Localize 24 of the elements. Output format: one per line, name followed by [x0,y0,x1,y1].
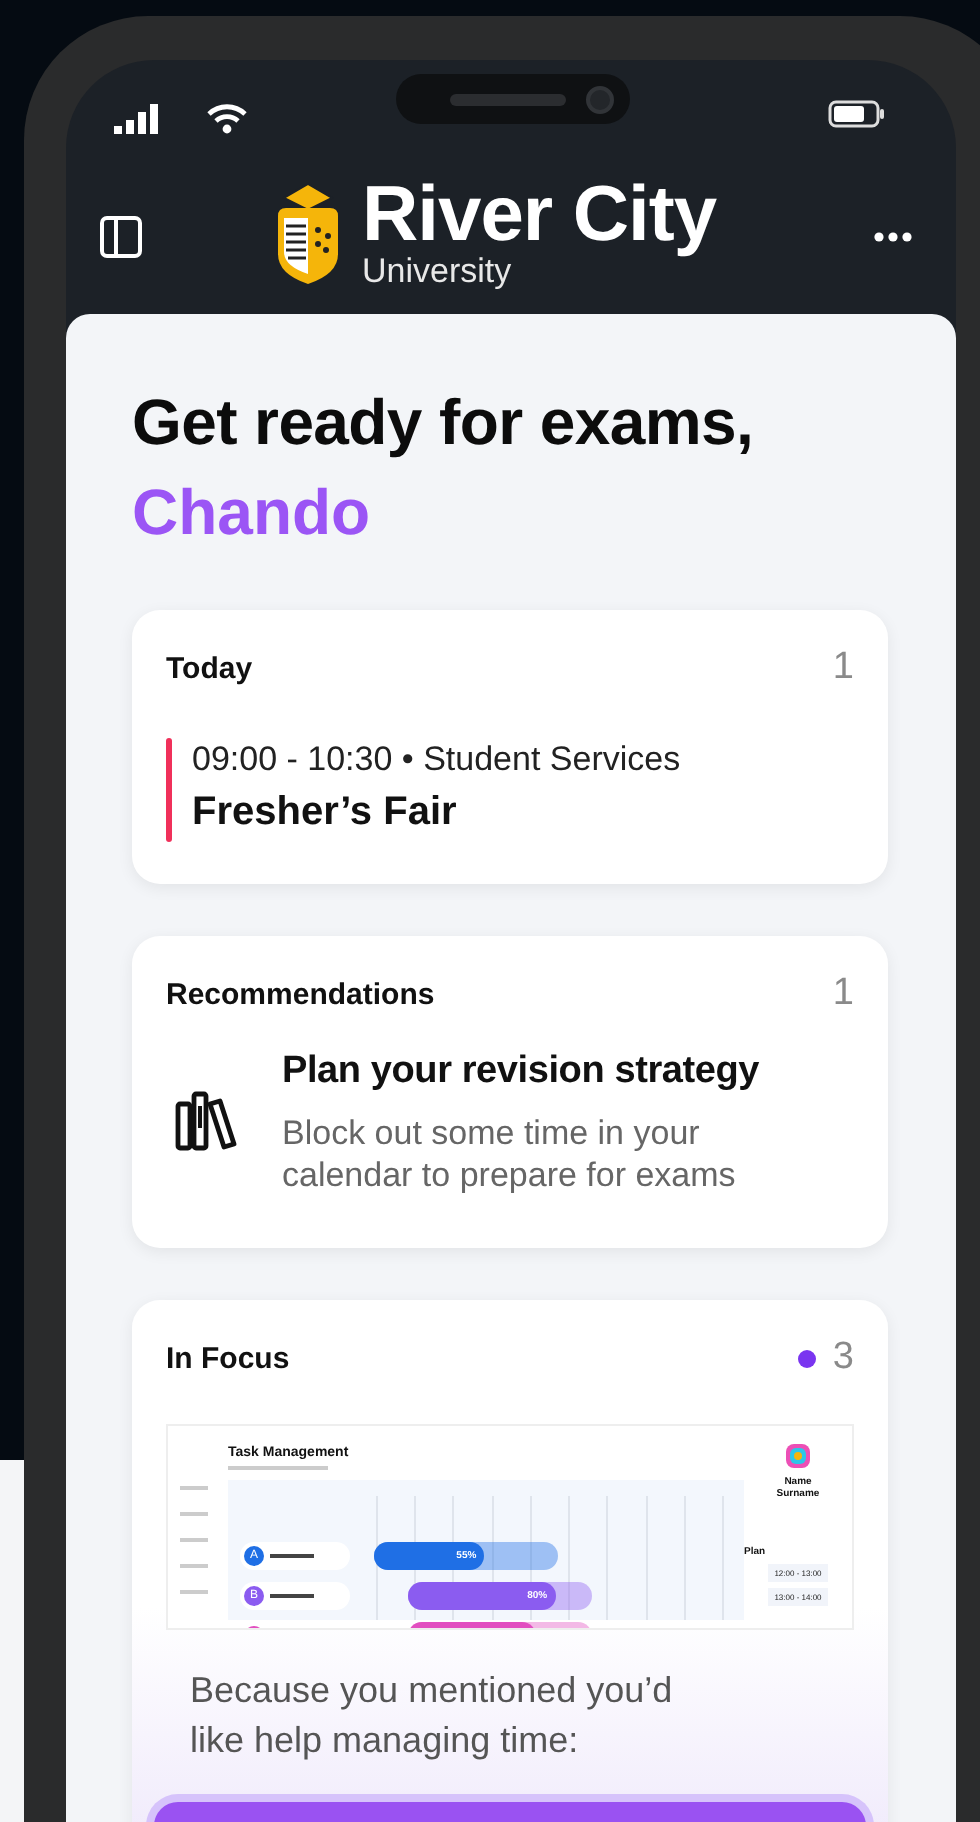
focus-message: Because you mentioned you’d like help managing time: [190,1668,675,1764]
sidebar-icon[interactable] [100,216,142,258]
recommendation-text: Block out some time in your calendar to prepare for exams [282,1112,738,1196]
card-title: In Focus [166,1341,290,1375]
books-icon [174,1088,238,1152]
user-name: Chando [132,474,373,552]
greeting-heading: Get ready for exams, [132,384,756,462]
card-title: Recommendations [166,977,435,1011]
count-label: 3 [832,1336,854,1380]
logo-subtitle: University [362,253,514,289]
card-title: Today [166,651,253,685]
event-title[interactable]: Fresher’s Fair [192,782,681,842]
more-icon[interactable] [874,232,912,242]
signal-icon [114,103,160,133]
recommendation-title[interactable]: Plan your revision strategy [282,1044,822,1100]
count-label: 1 [832,646,854,690]
count-label: 1 [832,972,854,1016]
status-dot [798,1349,817,1367]
logo-title: River City [362,177,717,253]
event-time: 09:00 - 10:30 • Student Services [192,738,681,782]
battery-icon [828,100,886,128]
wifi-icon [206,102,248,134]
app-logo-icon [784,1442,812,1470]
crest-icon [274,181,342,285]
